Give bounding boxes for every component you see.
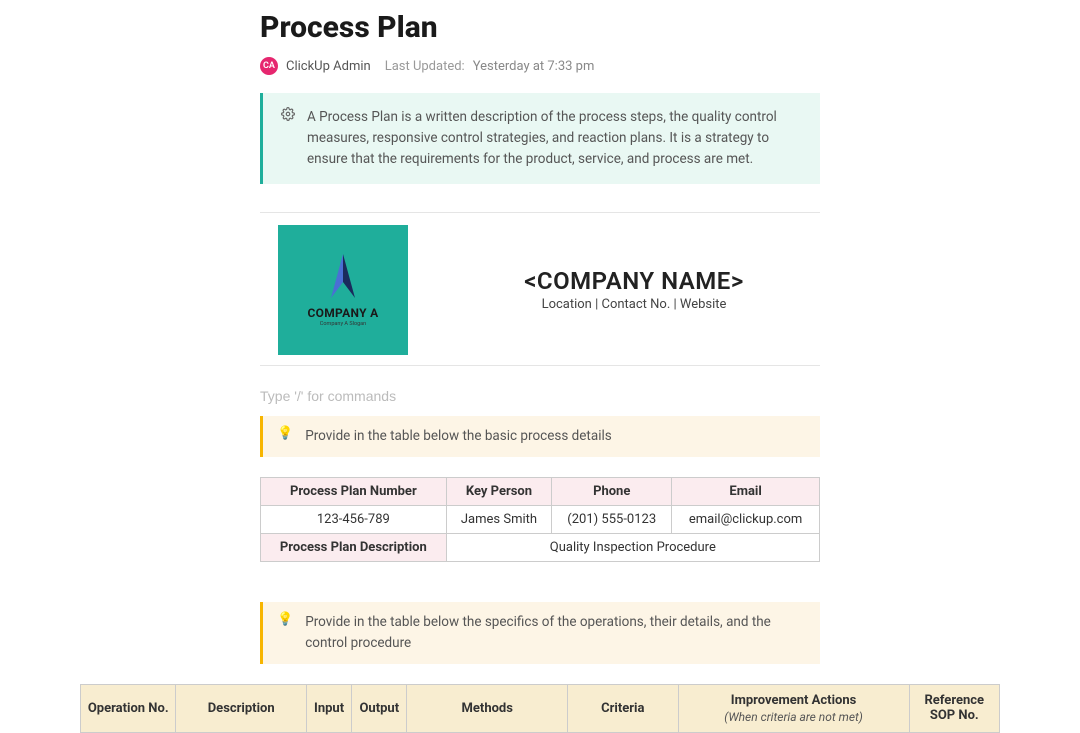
header-key-person: Key Person <box>446 477 552 505</box>
header-improvement-sub: (When criteria are not met) <box>685 710 903 724</box>
cell-phone[interactable]: (201) 555-0123 <box>552 505 672 533</box>
lightbulb-icon: 💡 <box>277 612 293 627</box>
header-methods: Methods <box>407 684 568 732</box>
company-block: COMPANY A Company A Slogan <COMPANY NAME… <box>260 225 820 355</box>
header-plan-description: Process Plan Description <box>261 533 447 561</box>
logo-label: COMPANY A <box>308 306 379 320</box>
gear-icon <box>281 107 295 170</box>
divider <box>260 212 820 213</box>
intro-callout: A Process Plan is a written description … <box>260 93 820 184</box>
header-description: Description <box>176 684 307 732</box>
last-updated-label: Last Updated: <box>385 59 465 74</box>
logo-tagline: Company A Slogan <box>320 321 366 327</box>
callout-text: A Process Plan is a written description … <box>307 107 802 170</box>
company-name-placeholder[interactable]: <COMPANY NAME> <box>448 267 820 295</box>
process-details-table[interactable]: Process Plan Number Key Person Phone Ema… <box>260 477 820 562</box>
operations-table[interactable]: Operation No. Description Input Output M… <box>80 684 1000 733</box>
command-input[interactable] <box>260 384 820 408</box>
cell-plan-number[interactable]: 123-456-789 <box>261 505 447 533</box>
header-criteria: Criteria <box>568 684 678 732</box>
cell-key-person[interactable]: James Smith <box>446 505 552 533</box>
author-avatar[interactable]: CA <box>260 57 278 75</box>
header-reference: Reference SOP No. <box>909 684 999 732</box>
header-output: Output <box>352 684 407 732</box>
header-email: Email <box>672 477 820 505</box>
header-improvement: Improvement Actions (When criteria are n… <box>678 684 909 732</box>
lightbulb-icon: 💡 <box>277 426 293 441</box>
header-plan-number: Process Plan Number <box>261 477 447 505</box>
cell-email[interactable]: email@clickup.com <box>672 505 820 533</box>
author-name[interactable]: ClickUp Admin <box>286 59 371 74</box>
hint-text: Provide in the table below the basic pro… <box>305 426 612 447</box>
logo-mark-icon <box>323 252 363 302</box>
cell-plan-description[interactable]: Quality Inspection Procedure <box>446 533 819 561</box>
last-updated-value: Yesterday at 7:33 pm <box>473 59 595 74</box>
header-phone: Phone <box>552 477 672 505</box>
divider <box>260 365 820 366</box>
hint-block-2: 💡 Provide in the table below the specifi… <box>260 602 820 664</box>
company-logo: COMPANY A Company A Slogan <box>278 225 408 355</box>
header-input: Input <box>306 684 351 732</box>
header-op-no: Operation No. <box>81 684 176 732</box>
hint-block-1: 💡 Provide in the table below the basic p… <box>260 416 820 457</box>
header-improvement-label: Improvement Actions <box>731 693 857 708</box>
page-title: Process Plan <box>260 10 820 45</box>
company-subline[interactable]: Location | Contact No. | Website <box>448 297 820 312</box>
hint-text: Provide in the table below the specifics… <box>305 612 806 654</box>
company-text: <COMPANY NAME> Location | Contact No. | … <box>448 267 820 312</box>
doc-meta: CA ClickUp Admin Last Updated: Yesterday… <box>260 57 820 75</box>
